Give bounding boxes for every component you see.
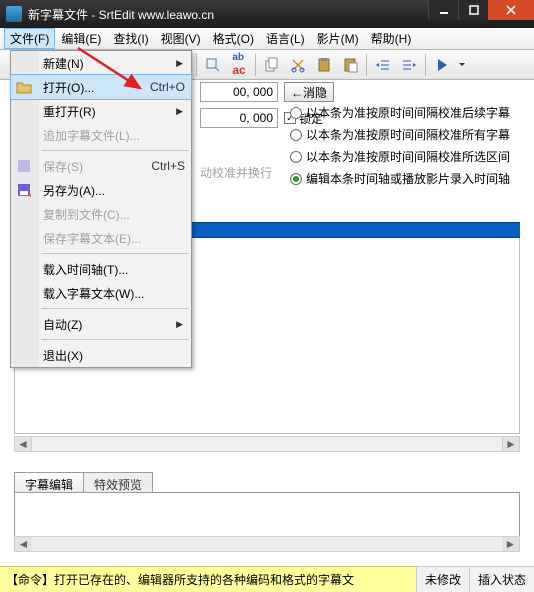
radio-selection[interactable]: 以本条为准按原时间间隔校准所选区间 (290, 148, 510, 165)
status-bar: 【命令】打开已存在的、编辑器所支持的各种编码和格式的字幕文 未修改 插入状态 (0, 566, 534, 592)
app-icon (6, 6, 22, 22)
menu-file[interactable]: 文件(F) (4, 28, 55, 49)
scroll-left-icon[interactable]: ◄ (15, 537, 32, 551)
menu-open[interactable]: 打开(O)...Ctrl+O (11, 75, 191, 99)
menu-edit[interactable]: 编辑(E) (55, 28, 107, 49)
radio-after[interactable]: 以本条为准按原时间间隔校准后续字幕 (290, 104, 510, 121)
scroll-left-icon[interactable]: ◄ (15, 437, 32, 451)
save-as-icon (15, 181, 33, 199)
file-menu-dropdown: 新建(N) 打开(O)...Ctrl+O 重打开(R) 追加字幕文件(L)...… (10, 50, 192, 368)
replace-icon[interactable]: abac (227, 53, 251, 77)
duration-input[interactable]: 0, 000 (200, 108, 278, 128)
copy-icon[interactable] (260, 53, 284, 77)
align-mode-group: 以本条为准按原时间间隔校准后续字幕 以本条为准按原时间间隔校准所有字幕 以本条为… (290, 104, 510, 192)
status-command-text: 【命令】打开已存在的、编辑器所支持的各种编码和格式的字幕文 (0, 566, 416, 592)
clear-hide-button[interactable]: ←消隐 (284, 82, 334, 102)
save-icon (15, 157, 33, 175)
time-end-input[interactable]: 00, 000 (200, 82, 278, 102)
play-icon[interactable] (430, 53, 454, 77)
outdent-icon[interactable] (371, 53, 395, 77)
toolbar-sep (425, 54, 426, 76)
indent-icon[interactable] (397, 53, 421, 77)
menu-load-timeline[interactable]: 载入时间轴(T)... (11, 257, 191, 281)
close-button[interactable] (488, 0, 534, 20)
play-dropdown-icon[interactable] (456, 53, 468, 77)
paste-icon[interactable] (312, 53, 336, 77)
status-modified: 未修改 (416, 566, 469, 592)
menu-lang[interactable]: 语言(L) (260, 28, 311, 49)
radio-all[interactable]: 以本条为准按原时间间隔校准所有字幕 (290, 126, 510, 143)
menu-new[interactable]: 新建(N) (11, 51, 191, 75)
menu-copy-to-file[interactable]: 复制到文件(C)... (11, 202, 191, 226)
menu-save-as[interactable]: 另存为(A)... (11, 178, 191, 202)
scroll-right-icon[interactable]: ► (502, 437, 519, 451)
minimize-button[interactable] (428, 0, 458, 20)
menu-help[interactable]: 帮助(H) (365, 28, 418, 49)
menu-append-subtitle[interactable]: 追加字幕文件(L)... (11, 123, 191, 147)
menu-format[interactable]: 格式(O) (207, 28, 260, 49)
menu-exit[interactable]: 退出(X) (11, 343, 191, 367)
radio-edit[interactable]: 编辑本条时间轴或播放影片录入时间轴 (290, 170, 510, 187)
h-scrollbar-bottom[interactable]: ◄ ► (14, 536, 520, 552)
paste2-icon[interactable] (338, 53, 362, 77)
maximize-button[interactable] (458, 0, 488, 20)
menu-auto[interactable]: 自动(Z) (11, 312, 191, 336)
menu-find[interactable]: 查找(I) (107, 28, 154, 49)
menu-bar: 文件(F) 编辑(E) 查找(I) 视图(V) 格式(O) 语言(L) 影片(M… (0, 28, 534, 50)
scroll-right-icon[interactable]: ► (502, 537, 519, 551)
toolbar-sep (196, 54, 197, 76)
toolbar-sep (366, 54, 367, 76)
disabled-desc-text: 动校准并换行 (200, 164, 272, 181)
menu-reopen[interactable]: 重打开(R) (11, 99, 191, 123)
menu-load-sub-text[interactable]: 载入字幕文本(W)... (11, 281, 191, 305)
menu-save-sub-text[interactable]: 保存字幕文本(E)... (11, 226, 191, 250)
menu-save[interactable]: 保存(S)Ctrl+S (11, 154, 191, 178)
menu-movie[interactable]: 影片(M) (311, 28, 365, 49)
status-insert-mode: 插入状态 (469, 566, 534, 592)
title-bar: 新字幕文件 - SrtEdit www.leawo.cn (0, 0, 534, 28)
folder-open-icon (15, 78, 33, 96)
h-scrollbar[interactable]: ◄ ► (14, 436, 520, 452)
menu-view[interactable]: 视图(V) (155, 28, 207, 49)
subtitle-edit-box[interactable] (14, 492, 520, 538)
cut-icon[interactable] (286, 53, 310, 77)
toolbar-sep (255, 54, 256, 76)
find-icon[interactable] (201, 53, 225, 77)
